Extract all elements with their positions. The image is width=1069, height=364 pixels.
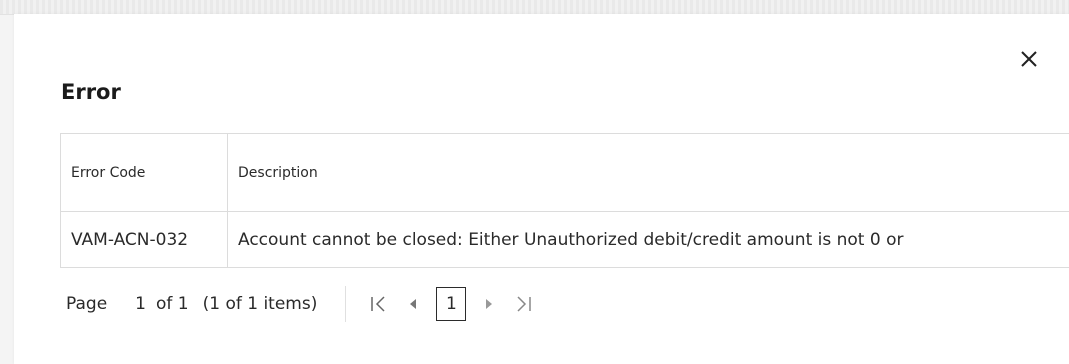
table-row: VAM-ACN-032 Account cannot be closed: Ei… <box>60 211 1069 268</box>
pager-divider <box>345 286 347 322</box>
prev-page-icon[interactable] <box>402 292 424 316</box>
header-description: Description <box>227 133 1069 212</box>
first-page-icon[interactable] <box>368 292 390 316</box>
table-header-row: Error Code Description <box>60 133 1069 212</box>
background-header-strip <box>0 0 1069 15</box>
close-icon[interactable] <box>1018 47 1040 71</box>
items-count-label: (1 of 1 items) <box>202 294 318 314</box>
header-error-code: Error Code <box>60 133 228 212</box>
error-description-cell: Account cannot be closed: Either Unautho… <box>227 211 1069 268</box>
page-number-button[interactable]: 1 <box>436 287 467 321</box>
pagination: Page 1 of 1 (1 of 1 items) 1 <box>66 285 534 323</box>
page-label: Page <box>66 294 108 314</box>
next-page-icon[interactable] <box>478 292 500 316</box>
current-page-value[interactable]: 1 <box>135 294 146 314</box>
last-page-icon[interactable] <box>512 292 534 316</box>
error-code-cell: VAM-ACN-032 <box>60 211 228 268</box>
dialog-title: Error <box>61 80 121 104</box>
error-table: Error Code Description VAM-ACN-032 Accou… <box>60 133 1069 268</box>
total-pages-label: of 1 <box>155 294 189 314</box>
